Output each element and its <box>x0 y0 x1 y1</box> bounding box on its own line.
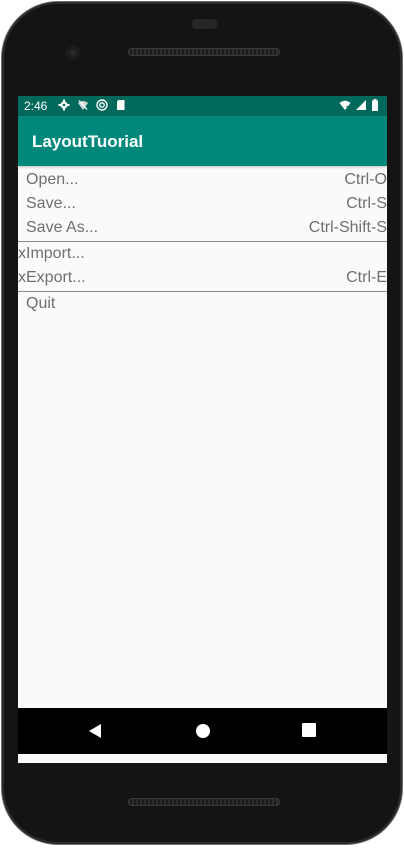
menu-item-label: Open... <box>26 171 79 188</box>
gear-icon <box>58 99 70 111</box>
status-icons-left <box>58 99 127 111</box>
recents-icon[interactable] <box>302 723 316 737</box>
sync-icon <box>96 99 108 111</box>
bottom-speaker-grille <box>128 798 280 806</box>
wifi-icon <box>339 100 351 110</box>
menu-item-label: Save As... <box>26 219 99 236</box>
home-icon[interactable] <box>195 723 211 739</box>
sd-card-icon <box>117 100 125 110</box>
menu-item-label: xExport... <box>18 269 86 286</box>
menu-item-save[interactable]: Save... Ctrl-S <box>18 192 387 216</box>
status-icons-right <box>339 99 379 111</box>
app-bar: LayoutTuorial <box>18 116 387 166</box>
signal-icon <box>356 100 366 110</box>
back-icon[interactable] <box>88 723 102 739</box>
wifi-off-icon <box>78 100 88 110</box>
menu-item-label: Save... <box>26 195 76 212</box>
earpiece <box>192 19 218 29</box>
menu-item-label: xImport... <box>18 245 85 262</box>
menu-item-quit[interactable]: Quit <box>18 292 387 316</box>
battery-icon <box>372 99 378 111</box>
status-time: 2:46 <box>24 99 48 113</box>
menu-item-shortcut: Ctrl-Shift-S <box>308 219 387 236</box>
file-menu-list: Open... Ctrl-O Save... Ctrl-S Save As...… <box>18 168 387 316</box>
menu-item-label: Quit <box>26 295 56 312</box>
menu-item-import[interactable]: xImport... <box>18 242 387 266</box>
status-bar: 2:46 <box>18 96 387 116</box>
top-speaker-grille <box>128 48 280 56</box>
navigation-bar <box>18 708 387 754</box>
menu-item-export[interactable]: xExport... Ctrl-E <box>18 266 387 290</box>
menu-item-shortcut: Ctrl-E <box>346 269 387 286</box>
menu-item-open[interactable]: Open... Ctrl-O <box>18 168 387 192</box>
screen: 2:46 LayoutTuorial Open... Ctrl-O Save..… <box>18 96 387 763</box>
menu-item-shortcut: Ctrl-O <box>344 171 387 188</box>
front-camera <box>66 46 80 60</box>
menu-item-save-as[interactable]: Save As... Ctrl-Shift-S <box>18 216 387 240</box>
app-title: LayoutTuorial <box>32 132 144 151</box>
menu-item-shortcut: Ctrl-S <box>346 195 387 212</box>
